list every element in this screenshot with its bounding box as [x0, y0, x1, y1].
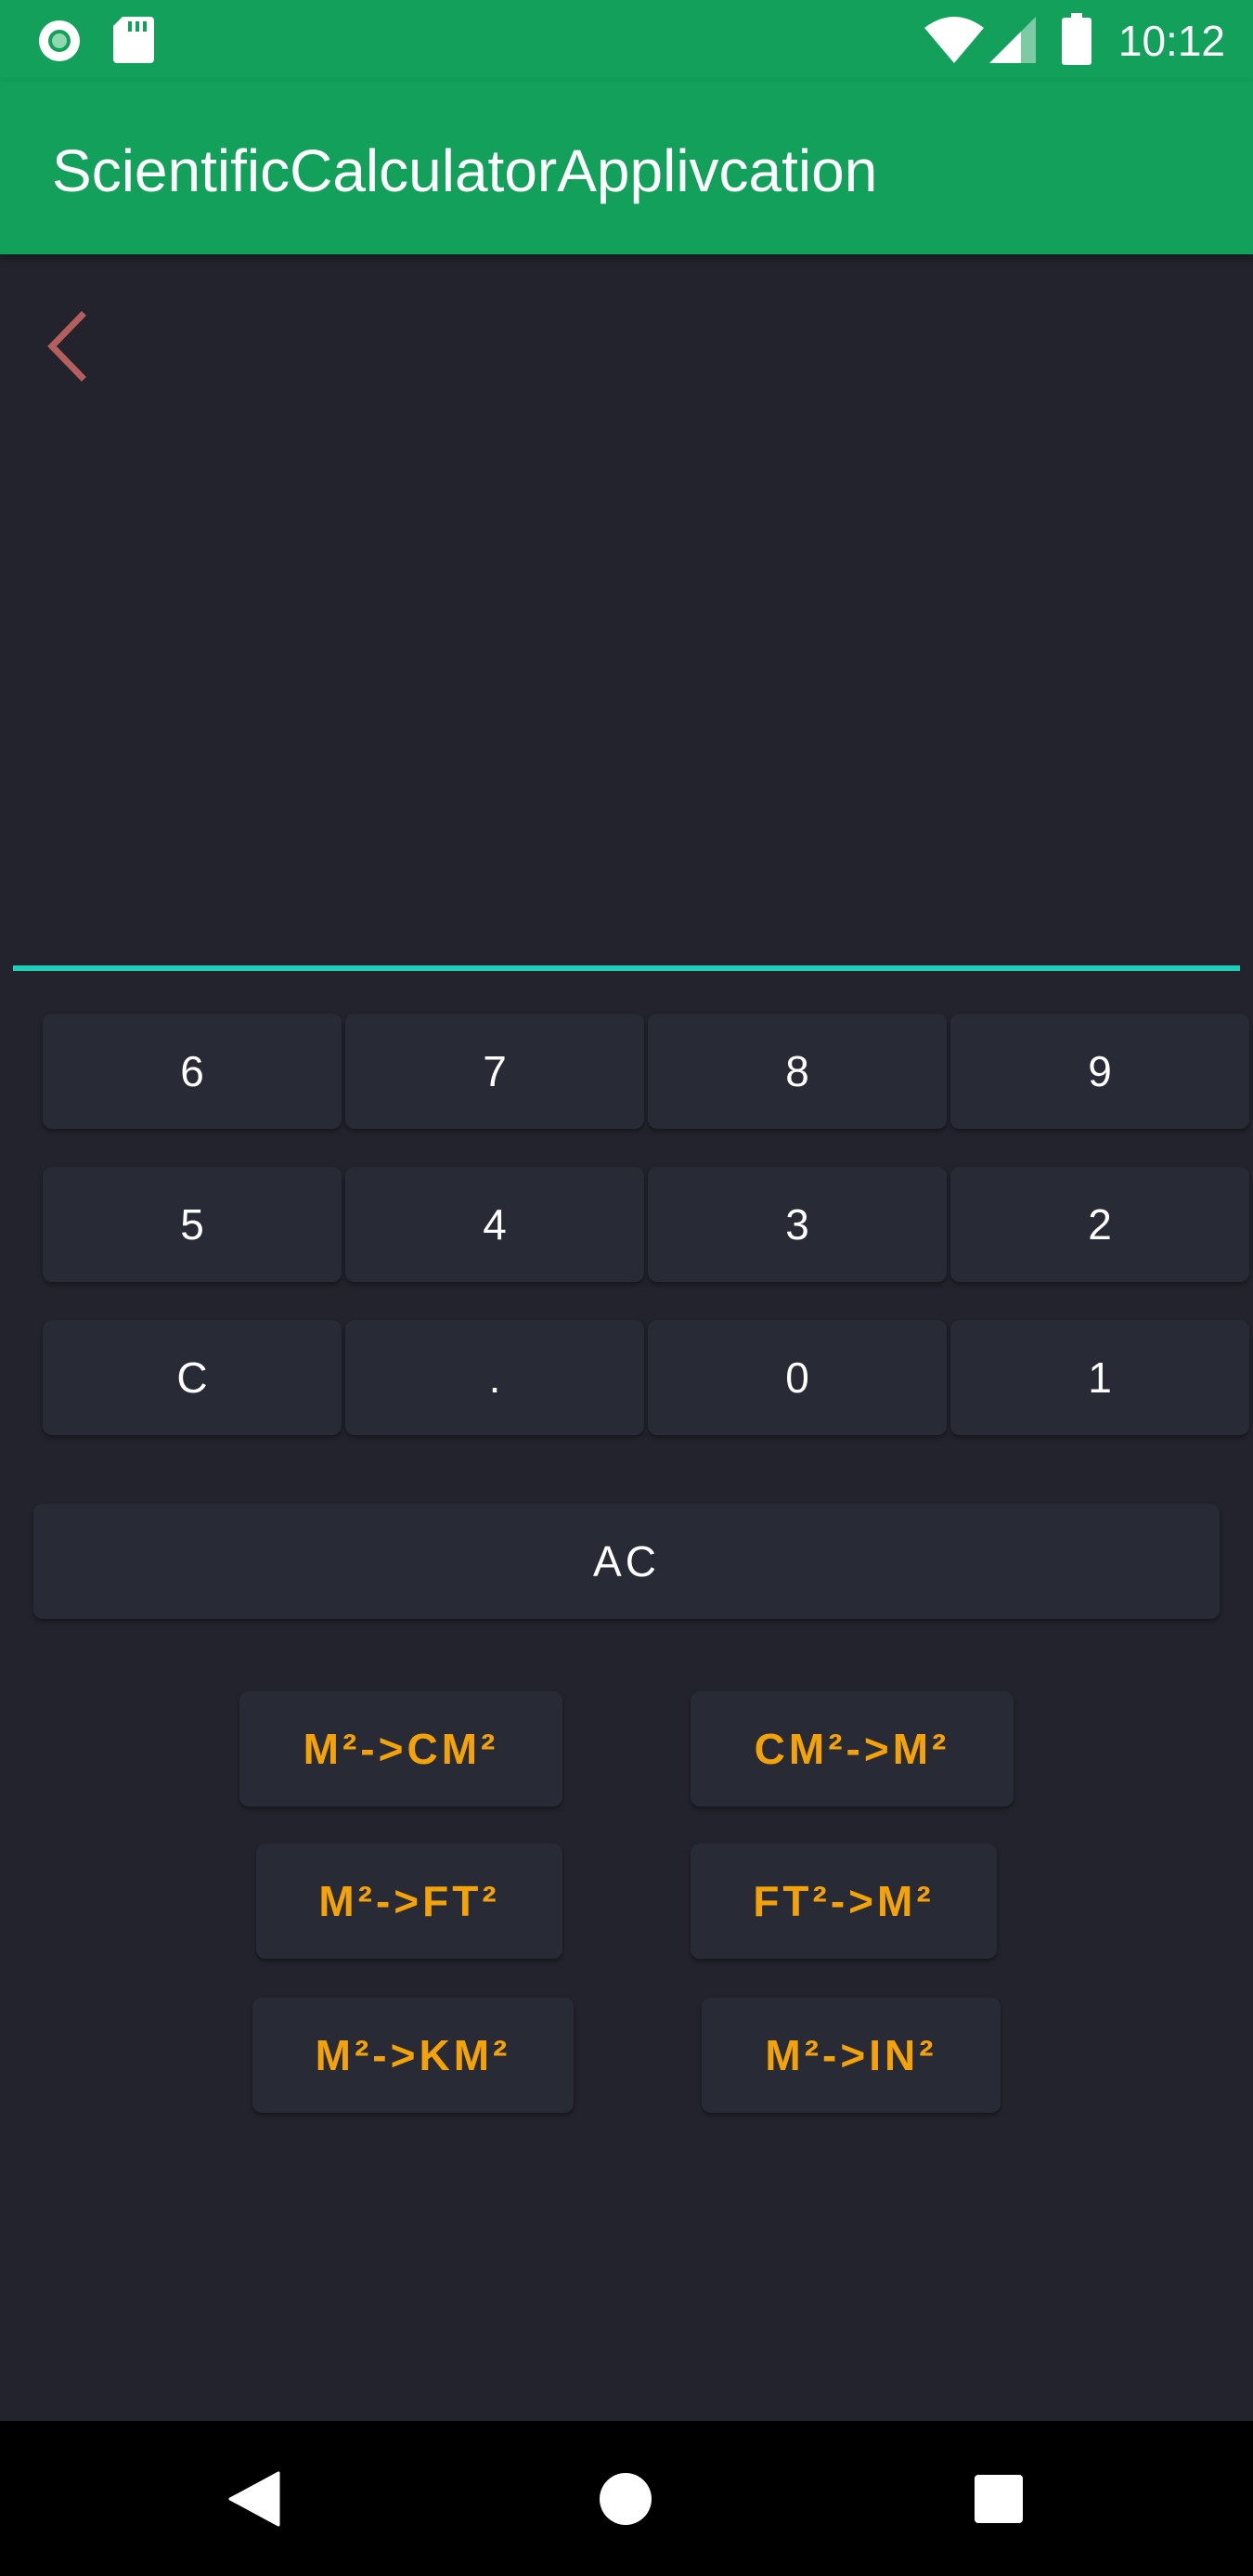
back-triangle-icon[interactable] [228, 2471, 280, 2527]
key-9[interactable]: 9 [950, 1014, 1249, 1129]
cell-signal-icon [989, 17, 1036, 63]
key-2[interactable]: 2 [950, 1167, 1249, 1282]
chevron-left-icon [47, 311, 86, 382]
sd-card-icon [113, 17, 154, 63]
convert-m2-to-in2-button[interactable]: M²->IN² [702, 1998, 1001, 2113]
recents-square-icon[interactable] [974, 2474, 1024, 2524]
display-underline [13, 965, 1240, 971]
key-3[interactable]: 3 [648, 1167, 947, 1282]
key-4[interactable]: 4 [345, 1167, 644, 1282]
convert-ft2-to-m2-button[interactable]: FT²->M² [691, 1844, 997, 1959]
key-clear[interactable]: C [43, 1320, 342, 1435]
convert-m2-to-km2-button[interactable]: M²->KM² [252, 1998, 574, 2113]
status-time: 10:12 [1117, 17, 1225, 65]
status-bar: 10:12 [0, 0, 1253, 82]
battery-icon [1062, 13, 1092, 65]
wifi-icon [924, 17, 984, 63]
all-clear-button[interactable]: AC [33, 1504, 1220, 1619]
home-circle-icon[interactable] [598, 2471, 653, 2527]
key-1[interactable]: 1 [950, 1320, 1249, 1435]
app-bar: ScientificCalculatorApplivcation [0, 82, 1253, 254]
key-8[interactable]: 8 [648, 1014, 947, 1129]
notification-dot-icon [39, 20, 80, 61]
navigation-bar [0, 2421, 1253, 2576]
key-decimal[interactable]: . [345, 1320, 644, 1435]
key-5[interactable]: 5 [43, 1167, 342, 1282]
key-6[interactable]: 6 [43, 1014, 342, 1129]
calculator-screen: 6 7 8 9 5 4 3 2 C . 0 1 AC M²->CM² CM²->… [0, 254, 1253, 2421]
convert-cm2-to-m2-button[interactable]: CM²->M² [691, 1691, 1014, 1806]
convert-m2-to-ft2-button[interactable]: M²->FT² [256, 1844, 562, 1959]
key-0[interactable]: 0 [648, 1320, 947, 1435]
back-button[interactable] [33, 304, 100, 388]
convert-m2-to-cm2-button[interactable]: M²->CM² [239, 1691, 562, 1806]
key-7[interactable]: 7 [345, 1014, 644, 1129]
app-title: ScientificCalculatorApplivcation [52, 137, 878, 204]
